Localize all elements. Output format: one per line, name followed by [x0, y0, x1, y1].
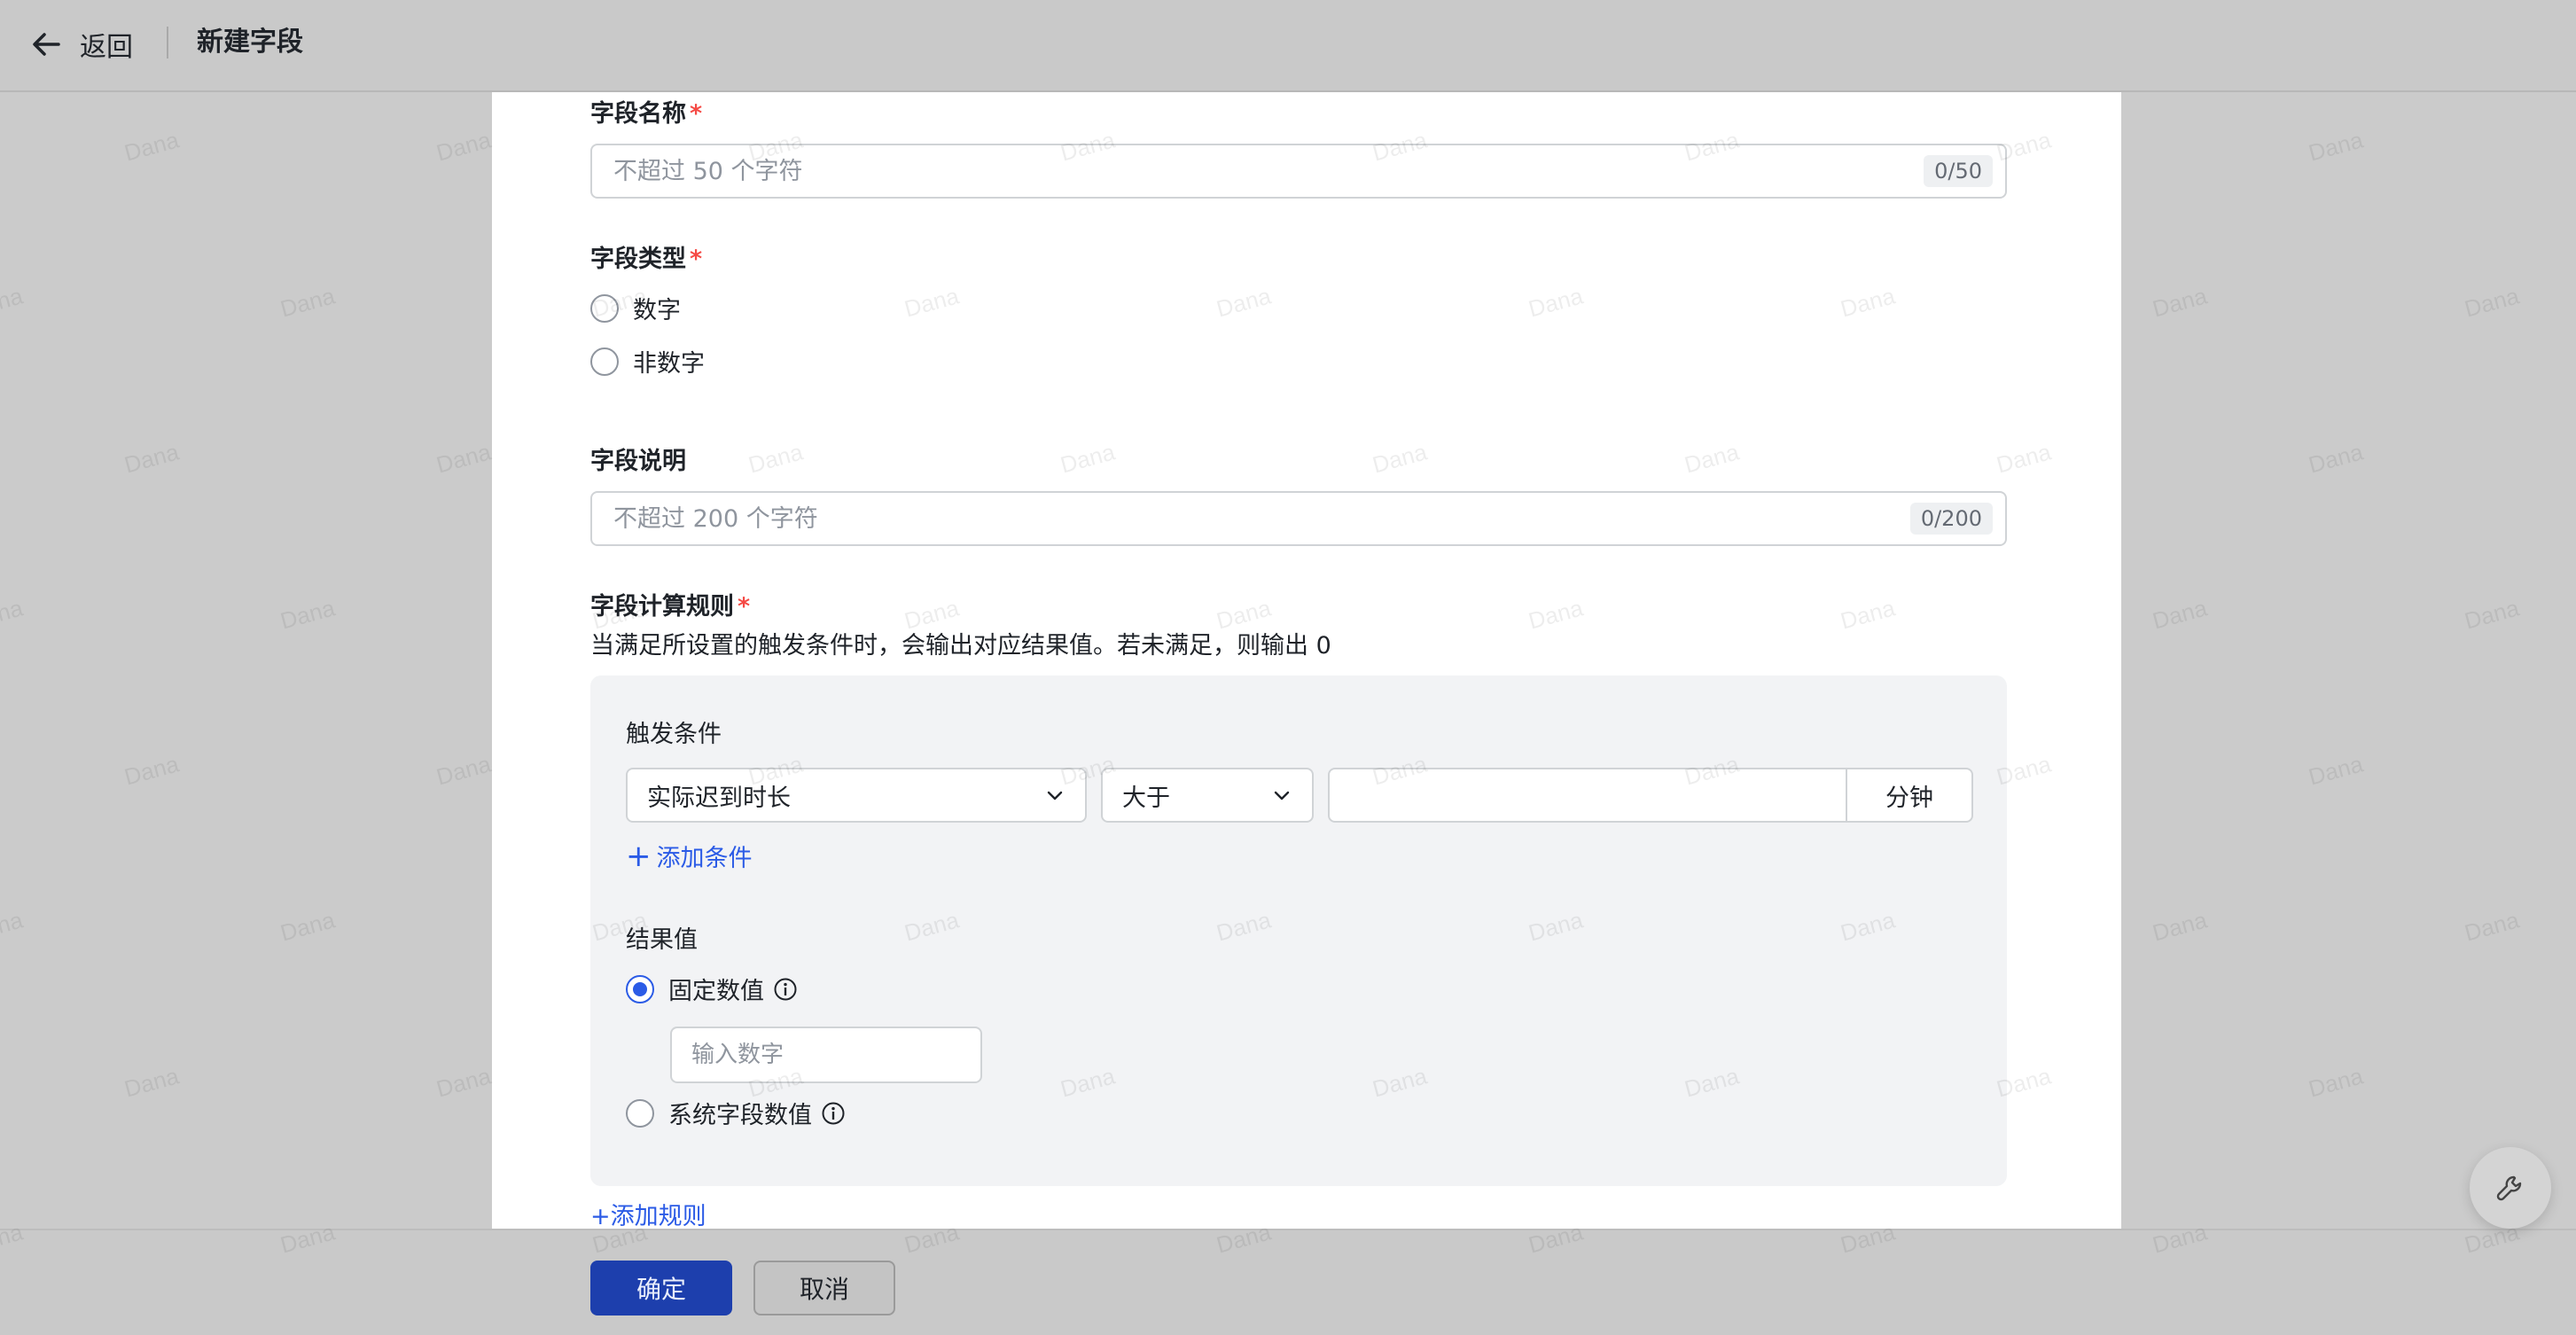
field-description-counter: 0/200: [1909, 503, 1993, 535]
field-description-label: 字段说明: [590, 448, 686, 475]
watermark-text: Dana: [433, 126, 494, 167]
radio-button[interactable]: [590, 347, 619, 376]
watermark-text: Dana: [0, 594, 26, 635]
watermark-text: Dana: [433, 750, 494, 791]
field-name-input[interactable]: [592, 156, 1924, 186]
required-mark: *: [738, 593, 751, 621]
result-option-system-label: 系统字段数值: [668, 1102, 812, 1129]
watermark-text: Dana: [0, 906, 26, 947]
watermark-text: Dana: [121, 1062, 182, 1103]
confirm-button[interactable]: 确定: [590, 1261, 732, 1315]
watermark-text: Dana: [2306, 126, 2366, 167]
trigger-field-value: 实际迟到时长: [647, 784, 791, 812]
field-name-label: 字段名称 *: [590, 100, 703, 128]
header-divider: [167, 27, 168, 59]
field-name-counter: 0/50: [1924, 155, 1993, 187]
result-label: 结果值: [626, 926, 698, 954]
rule-card: 触发条件 实际迟到时长 大于 分钟 + 添加条件 结果值 固定数值 输入数字 系…: [590, 675, 2007, 1186]
watermark-text: Dana: [2150, 282, 2210, 323]
cancel-button[interactable]: 取消: [753, 1261, 895, 1315]
type-option-number[interactable]: 数字: [590, 291, 681, 325]
trigger-field-select[interactable]: 实际迟到时长: [626, 768, 1087, 823]
result-option-fixed-label: 固定数值: [668, 978, 764, 1005]
floating-tool-button[interactable]: [2470, 1147, 2551, 1229]
type-option-non-number[interactable]: 非数字: [590, 344, 705, 379]
type-option-label: 非数字: [633, 350, 705, 378]
field-description-input[interactable]: [592, 504, 1910, 534]
back-label: 返回: [80, 32, 133, 63]
info-icon[interactable]: [773, 977, 798, 1002]
field-type-label: 字段类型 *: [590, 246, 703, 273]
watermark-text: Dana: [2462, 282, 2522, 323]
trigger-unit: 分钟: [1846, 769, 1971, 821]
form-panel: 字段名称* 0/50 字段类型* 数字 非数字 字段说明 0/200 字段计算规…: [492, 92, 2121, 1229]
chevron-down-icon: [1274, 791, 1290, 800]
watermark-text: Dana: [2306, 1062, 2366, 1103]
radio-button-checked[interactable]: [626, 974, 654, 1003]
field-name-input-wrapper: 0/50: [590, 144, 2007, 199]
required-mark: *: [690, 246, 703, 273]
radio-button[interactable]: [626, 1098, 654, 1128]
trigger-operator-value: 大于: [1122, 784, 1170, 812]
watermark-text: Dana: [0, 282, 26, 323]
watermark-text: Dana: [277, 594, 338, 635]
top-bar: 返回 新建字段: [0, 0, 2576, 92]
watermark-text: Dana: [2306, 750, 2366, 791]
watermark-text: Dana: [2462, 906, 2522, 947]
add-condition-label: 添加条件: [656, 845, 753, 872]
radio-button[interactable]: [590, 293, 619, 323]
add-condition-button[interactable]: + 添加条件: [626, 839, 753, 873]
field-description-input-wrapper: 0/200: [590, 491, 2007, 546]
footer-bar: 确定 取消: [0, 1229, 2576, 1335]
watermark-text: Dana: [2150, 594, 2210, 635]
calc-rule-label: 字段计算规则 *: [590, 593, 751, 621]
watermark-text: Dana: [433, 438, 494, 479]
fixed-number-input-wrapper: [670, 1027, 982, 1083]
wrench-icon: [2496, 1175, 2522, 1201]
trigger-value-input[interactable]: [1330, 769, 1846, 821]
type-option-label: 数字: [633, 297, 681, 324]
fixed-number-input[interactable]: [672, 1041, 980, 1069]
page-title: 新建字段: [197, 27, 303, 58]
add-rule-label: +添加规则: [590, 1203, 706, 1229]
info-icon[interactable]: [821, 1101, 846, 1126]
watermark-text: Dana: [2462, 594, 2522, 635]
watermark-text: Dana: [121, 126, 182, 167]
result-option-system[interactable]: 系统字段数值: [626, 1096, 846, 1130]
watermark-text: Dana: [277, 282, 338, 323]
chevron-down-icon: [1047, 791, 1063, 800]
watermark-text: Dana: [277, 906, 338, 947]
trigger-label: 触发条件: [626, 721, 722, 748]
result-option-fixed[interactable]: 固定数值: [626, 972, 798, 1006]
watermark-text: Dana: [121, 750, 182, 791]
watermark-text: Dana: [2150, 906, 2210, 947]
watermark-text: Dana: [2306, 438, 2366, 479]
plus-icon: +: [626, 838, 652, 874]
arrow-left-icon: [33, 33, 60, 56]
watermark-text: Dana: [433, 1062, 494, 1103]
trigger-operator-select[interactable]: 大于: [1101, 768, 1314, 823]
back-button[interactable]: 返回: [28, 23, 133, 66]
calc-rule-description: 当满足所设置的触发条件时，会输出对应结果值。若未满足，则输出 0: [590, 632, 1331, 660]
trigger-value-group: 分钟: [1328, 768, 1973, 823]
required-mark: *: [690, 100, 703, 128]
watermark-text: Dana: [121, 438, 182, 479]
add-rule-button[interactable]: +添加规则: [590, 1197, 706, 1229]
